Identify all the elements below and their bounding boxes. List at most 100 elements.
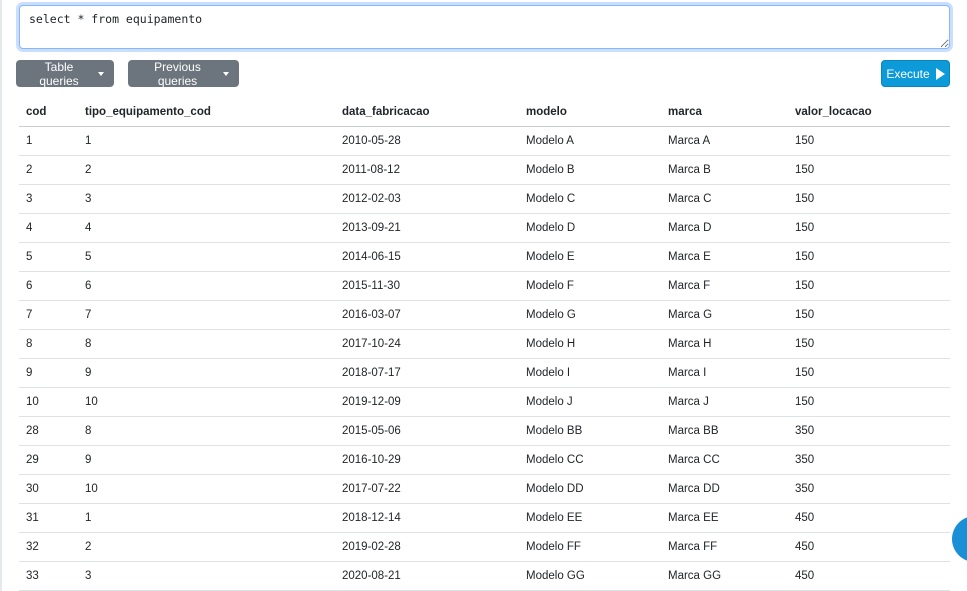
cell-tipo-equipamento-cod: 3: [78, 561, 335, 591]
cell-modelo: Modelo H: [519, 329, 661, 359]
cell-tipo-equipamento-cod: 10: [78, 387, 335, 417]
table-body: 1 1 2010-05-28 Modelo A Marca A 150 2 2 2011-08-…: [19, 126, 950, 591]
cell-marca: Marca A: [661, 126, 788, 156]
cell-cod: 10: [19, 387, 78, 417]
cell-marca: Marca EE: [661, 503, 788, 533]
execute-button[interactable]: Execute: [881, 60, 950, 87]
cell-modelo: Modelo E: [519, 242, 661, 272]
cell-tipo-equipamento-cod: 3: [78, 184, 335, 214]
cell-cod: 4: [19, 213, 78, 243]
caret-down-icon: [98, 72, 104, 76]
cell-marca: Marca H: [661, 329, 788, 359]
column-header-cod[interactable]: cod: [19, 98, 78, 127]
cell-marca: Marca E: [661, 242, 788, 272]
cell-modelo: Modelo CC: [519, 445, 661, 475]
table-row[interactable]: 3 3 2012-02-03 Modelo C Marca C 150: [19, 184, 950, 214]
table-row[interactable]: 5 5 2014-06-15 Modelo E Marca E 150: [19, 242, 950, 272]
cell-valor-locacao: 150: [788, 155, 950, 185]
cell-tipo-equipamento-cod: 2: [78, 155, 335, 185]
table-queries-dropdown-button[interactable]: Table queries: [16, 59, 114, 88]
cell-data-fabricacao: 2014-06-15: [335, 242, 519, 272]
table-row[interactable]: 1 1 2010-05-28 Modelo A Marca A 150: [19, 126, 950, 156]
cell-data-fabricacao: 2017-07-22: [335, 474, 519, 504]
table-queries-label: Table queries: [39, 59, 79, 88]
table-row[interactable]: 30 10 2017-07-22 Modelo DD Marca DD 350: [19, 474, 950, 504]
cell-cod: 8: [19, 329, 78, 359]
cell-tipo-equipamento-cod: 4: [78, 213, 335, 243]
table-row[interactable]: 33 3 2020-08-21 Modelo GG Marca GG 450: [19, 561, 950, 591]
cell-modelo: Modelo GG: [519, 561, 661, 591]
cell-modelo: Modelo J: [519, 387, 661, 417]
sql-query-page: Table queries Previous queries Execute c…: [0, 0, 967, 591]
cell-data-fabricacao: 2015-11-30: [335, 271, 519, 301]
cell-marca: Marca G: [661, 300, 788, 330]
table-row[interactable]: 6 6 2015-11-30 Modelo F Marca F 150: [19, 271, 950, 301]
cell-valor-locacao: 150: [788, 242, 950, 272]
cell-data-fabricacao: 2015-05-06: [335, 416, 519, 446]
column-header-marca[interactable]: marca: [661, 98, 788, 127]
cell-tipo-equipamento-cod: 1: [78, 503, 335, 533]
cell-data-fabricacao: 2018-07-17: [335, 358, 519, 388]
cell-valor-locacao: 150: [788, 300, 950, 330]
table-row[interactable]: 31 1 2018-12-14 Modelo EE Marca EE 450: [19, 503, 950, 533]
cell-modelo: Modelo D: [519, 213, 661, 243]
cell-valor-locacao: 150: [788, 387, 950, 417]
cell-data-fabricacao: 2019-12-09: [335, 387, 519, 417]
cell-tipo-equipamento-cod: 9: [78, 358, 335, 388]
column-header-tipo-equipamento-cod[interactable]: tipo_equipamento_cod: [78, 98, 335, 127]
cell-cod: 5: [19, 242, 78, 272]
cell-data-fabricacao: 2011-08-12: [335, 155, 519, 185]
table-row[interactable]: 28 8 2015-05-06 Modelo BB Marca BB 350: [19, 416, 950, 446]
table-row[interactable]: 4 4 2013-09-21 Modelo D Marca D 150: [19, 213, 950, 243]
table-row[interactable]: 10 10 2019-12-09 Modelo J Marca J 150: [19, 387, 950, 417]
table-row[interactable]: 7 7 2016-03-07 Modelo G Marca G 150: [19, 300, 950, 330]
cell-valor-locacao: 150: [788, 213, 950, 243]
cell-valor-locacao: 150: [788, 358, 950, 388]
cell-tipo-equipamento-cod: 8: [78, 416, 335, 446]
cell-modelo: Modelo B: [519, 155, 661, 185]
cell-cod: 2: [19, 155, 78, 185]
cell-cod: 32: [19, 532, 78, 562]
column-header-modelo[interactable]: modelo: [519, 98, 661, 127]
column-header-valor-locacao[interactable]: valor_locacao: [788, 98, 950, 127]
cell-cod: 28: [19, 416, 78, 446]
cell-cod: 1: [19, 126, 78, 156]
previous-queries-label: Previous queries: [154, 59, 201, 88]
cell-cod: 31: [19, 503, 78, 533]
table-row[interactable]: 2 2 2011-08-12 Modelo B Marca B 150: [19, 155, 950, 185]
cell-modelo: Modelo A: [519, 126, 661, 156]
table-row[interactable]: 9 9 2018-07-17 Modelo I Marca I 150: [19, 358, 950, 388]
cell-marca: Marca I: [661, 358, 788, 388]
previous-queries-dropdown-button[interactable]: Previous queries: [128, 59, 239, 88]
table-row[interactable]: 29 9 2016-10-29 Modelo CC Marca CC 350: [19, 445, 950, 475]
cell-data-fabricacao: 2012-02-03: [335, 184, 519, 214]
cell-modelo: Modelo EE: [519, 503, 661, 533]
cell-cod: 33: [19, 561, 78, 591]
cell-marca: Marca BB: [661, 416, 788, 446]
floating-action-button[interactable]: [952, 516, 967, 562]
cell-cod: 9: [19, 358, 78, 388]
cell-data-fabricacao: 2016-10-29: [335, 445, 519, 475]
cell-marca: Marca FF: [661, 532, 788, 562]
cell-valor-locacao: 350: [788, 416, 950, 446]
cell-valor-locacao: 350: [788, 474, 950, 504]
cell-valor-locacao: 450: [788, 561, 950, 591]
caret-down-icon: [223, 72, 229, 76]
table-row[interactable]: 8 8 2017-10-24 Modelo H Marca H 150: [19, 329, 950, 359]
table-row[interactable]: 32 2 2019-02-28 Modelo FF Marca FF 450: [19, 532, 950, 562]
cell-marca: Marca J: [661, 387, 788, 417]
cell-tipo-equipamento-cod: 10: [78, 474, 335, 504]
cell-marca: Marca F: [661, 271, 788, 301]
cell-cod: 6: [19, 271, 78, 301]
cell-valor-locacao: 150: [788, 271, 950, 301]
cell-modelo: Modelo DD: [519, 474, 661, 504]
cell-marca: Marca DD: [661, 474, 788, 504]
cell-data-fabricacao: 2010-05-28: [335, 126, 519, 156]
sql-query-input[interactable]: [19, 5, 950, 49]
cell-cod: 29: [19, 445, 78, 475]
cell-tipo-equipamento-cod: 9: [78, 445, 335, 475]
cell-tipo-equipamento-cod: 8: [78, 329, 335, 359]
column-header-data-fabricacao[interactable]: data_fabricacao: [335, 98, 519, 127]
cell-modelo: Modelo G: [519, 300, 661, 330]
cell-marca: Marca D: [661, 213, 788, 243]
